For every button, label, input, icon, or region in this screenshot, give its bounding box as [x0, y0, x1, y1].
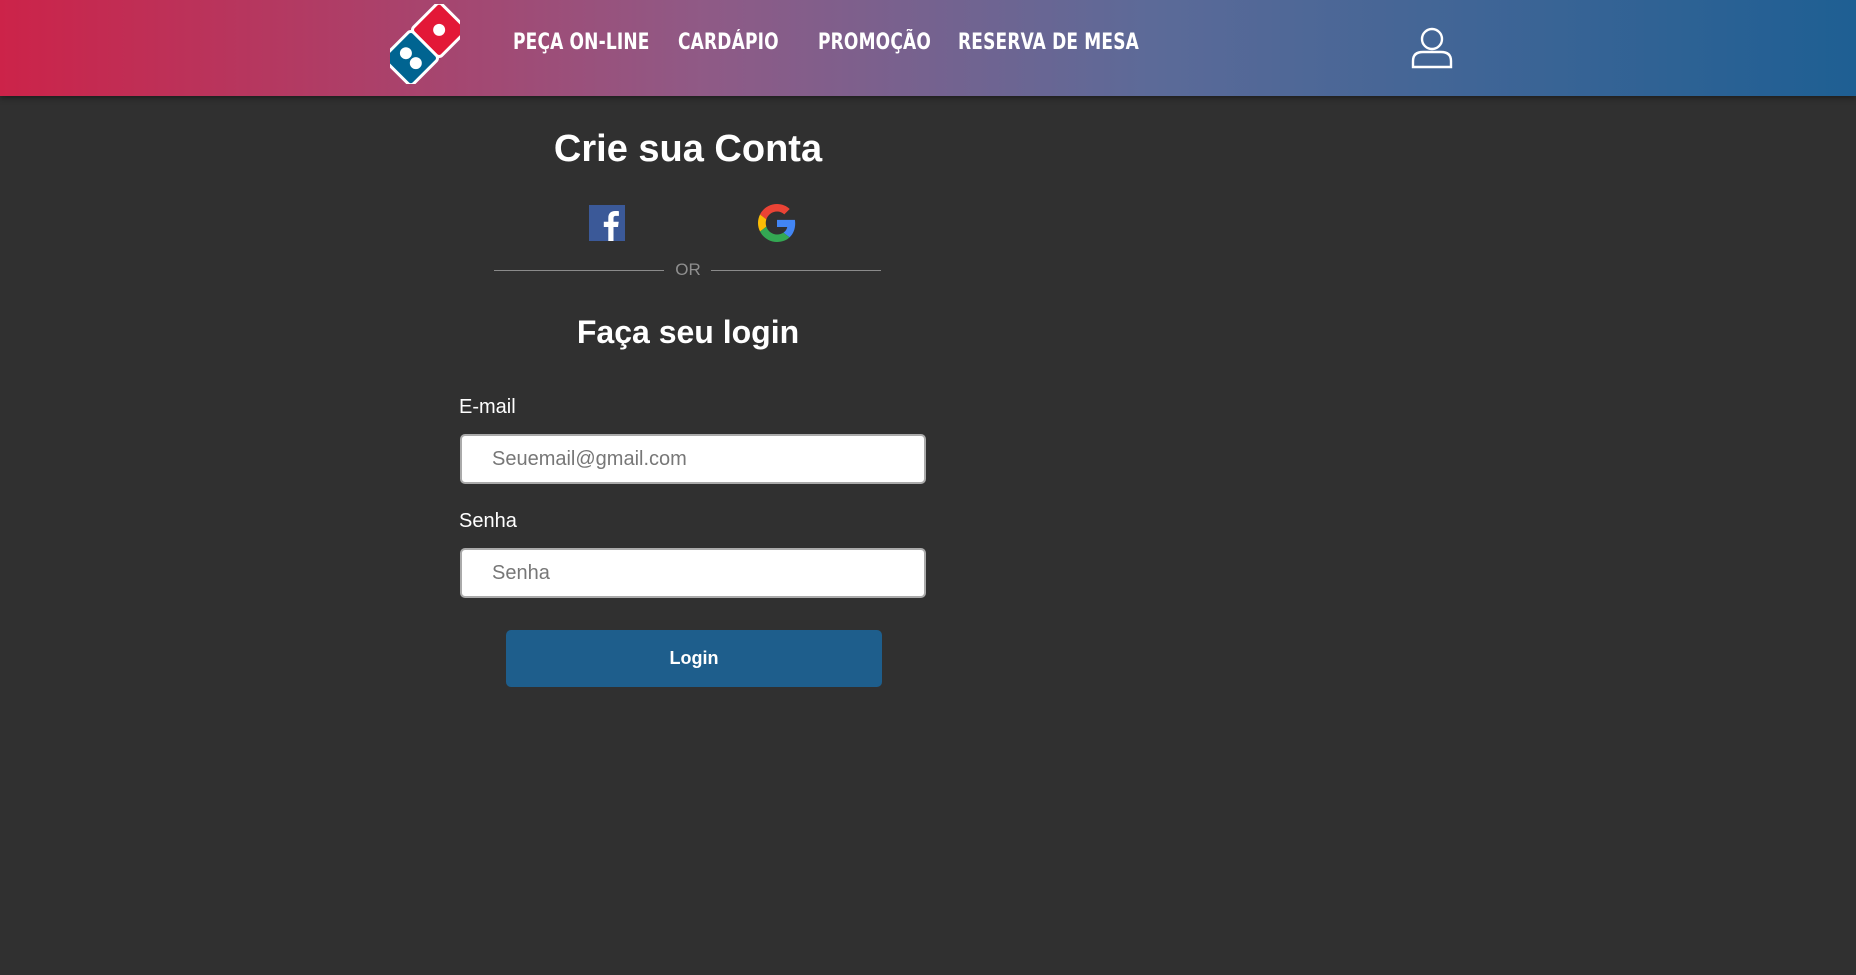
user-icon[interactable]: [1410, 26, 1454, 70]
separator-line-left: [494, 270, 664, 271]
nav-item-peca-online[interactable]: PEÇA ON-LINE: [513, 30, 649, 55]
nav-item-cardapio[interactable]: CARDÁPIO: [678, 30, 779, 55]
nav-item-promocao[interactable]: PROMOÇÃO: [818, 30, 931, 55]
password-label: Senha: [459, 510, 517, 532]
login-button[interactable]: Login: [506, 630, 882, 687]
email-label: E-mail: [459, 396, 516, 418]
google-icon[interactable]: [758, 204, 796, 242]
password-input[interactable]: [460, 548, 926, 598]
main-nav: PEÇA ON-LINE CARDÁPIO PROMOÇÃO RESERVA D…: [513, 30, 1208, 55]
nav-item-reserva-de-mesa[interactable]: RESERVA DE MESA: [958, 30, 1139, 55]
dominos-logo-icon[interactable]: [390, 4, 460, 84]
top-navbar: PEÇA ON-LINE CARDÁPIO PROMOÇÃO RESERVA D…: [0, 0, 1856, 96]
separator-line-right: [711, 270, 881, 271]
or-separator: OR: [675, 260, 701, 279]
facebook-icon[interactable]: [589, 205, 625, 241]
login-title: Faça seu login: [576, 314, 800, 350]
email-input[interactable]: [460, 434, 926, 484]
signup-title: Crie sua Conta: [553, 128, 823, 170]
